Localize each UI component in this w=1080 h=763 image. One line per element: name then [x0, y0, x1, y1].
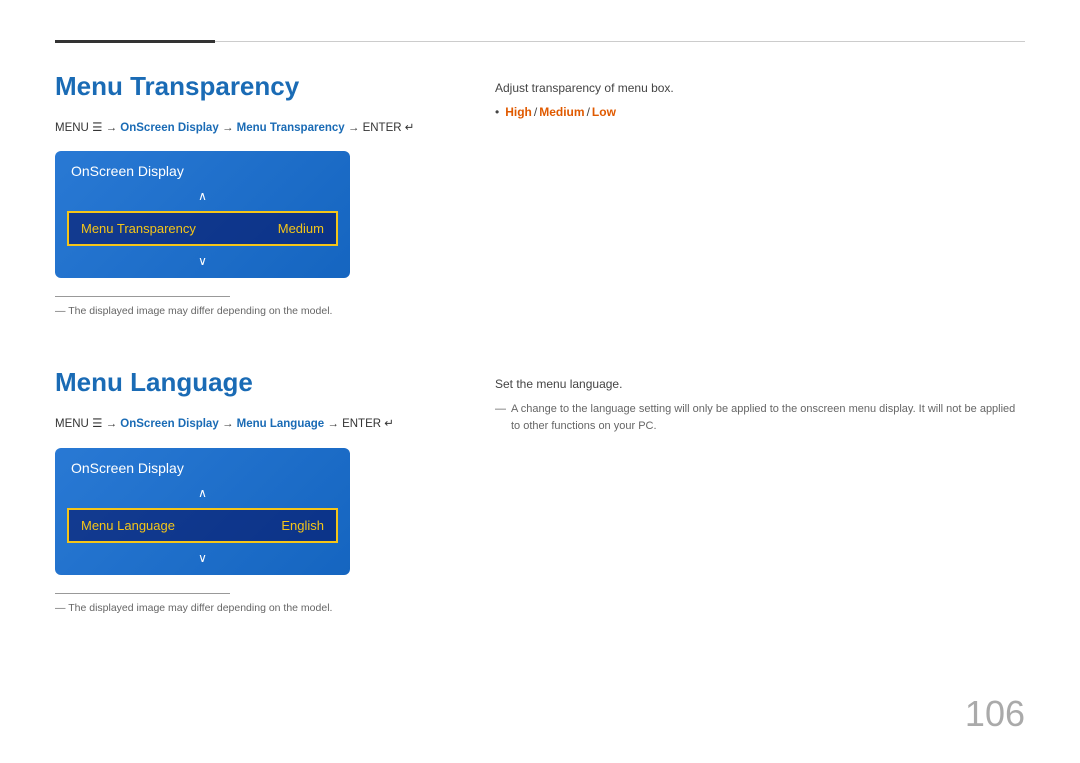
enter-icon-2: ↵ — [384, 418, 394, 430]
option-low: Low — [592, 105, 616, 119]
top-line-dark — [55, 40, 215, 43]
enter-icon-1: ↵ — [405, 122, 415, 134]
bullet-1: • — [495, 105, 499, 119]
osd-row-value-2: English — [281, 518, 324, 533]
section1-description: Adjust transparency of menu box. — [495, 81, 1025, 95]
section2-title: Menu Language — [55, 367, 455, 398]
section1-note: ― The displayed image may differ dependi… — [55, 305, 455, 317]
menu-path-part2: Menu Transparency — [237, 122, 345, 134]
menu-path-part2-2: Menu Language — [237, 418, 325, 430]
osd-chevron-up-2: ∧ — [55, 482, 350, 504]
section2-menu-path: MENU ☰ → OnScreen Display → Menu Languag… — [55, 416, 455, 433]
arrow2-2: → — [222, 418, 237, 430]
section2-description: Set the menu language. — [495, 377, 1025, 391]
page-number: 106 — [965, 693, 1025, 735]
section2-left: Menu Language MENU ☰ → OnScreen Display … — [55, 367, 455, 643]
option-medium: Medium — [539, 105, 584, 119]
osd-row-value-1: Medium — [278, 221, 324, 236]
osd-chevron-down-1: ∨ — [55, 250, 350, 278]
option-high: High — [505, 105, 532, 119]
menu-path-suffix-2: ENTER — [342, 418, 381, 430]
section1-right: Adjust transparency of menu box. • High … — [495, 71, 1025, 347]
menu-icon-2: ☰ — [92, 418, 106, 430]
section2-right: Set the menu language. A change to the l… — [495, 367, 1025, 643]
sep1: / — [534, 105, 537, 119]
arrow1-2: → — [106, 418, 121, 430]
section2-info-note: A change to the language setting will on… — [495, 401, 1025, 434]
section1-osd-box: OnScreen Display ∧ Menu Transparency Med… — [55, 151, 350, 278]
osd-row-2: Menu Language English — [67, 508, 338, 543]
osd-chevron-up-1: ∧ — [55, 185, 350, 207]
top-line-light — [215, 41, 1025, 42]
section1-menu-path: MENU ☰ → OnScreen Display → Menu Transpa… — [55, 120, 455, 137]
section2-row: Menu Language MENU ☰ → OnScreen Display … — [55, 367, 1025, 643]
arrow2: → — [222, 122, 237, 134]
sep2: / — [587, 105, 590, 119]
arrow3-2: → — [327, 418, 342, 430]
osd-row-1: Menu Transparency Medium — [67, 211, 338, 246]
menu-path-prefix-2: MENU — [55, 418, 89, 430]
osd-header-2: OnScreen Display — [55, 448, 350, 482]
section1-title: Menu Transparency — [55, 71, 455, 102]
arrow3: → — [348, 122, 363, 134]
osd-chevron-down-2: ∨ — [55, 547, 350, 575]
top-decorative-lines — [55, 40, 1025, 43]
menu-path-part1: OnScreen Display — [120, 122, 218, 134]
page-container: Menu Transparency MENU ☰ → OnScreen Disp… — [0, 0, 1080, 763]
section2-osd-box: OnScreen Display ∧ Menu Language English… — [55, 448, 350, 575]
section2-note: ― The displayed image may differ dependi… — [55, 602, 455, 614]
section1-left: Menu Transparency MENU ☰ → OnScreen Disp… — [55, 71, 455, 347]
osd-row-label-2: Menu Language — [81, 518, 175, 533]
menu-path-suffix: ENTER — [363, 122, 402, 134]
osd-header-1: OnScreen Display — [55, 151, 350, 185]
section1-divider — [55, 296, 230, 297]
section1-row: Menu Transparency MENU ☰ → OnScreen Disp… — [55, 71, 1025, 347]
menu-path-part1-2: OnScreen Display — [120, 418, 218, 430]
arrow1: → — [106, 122, 121, 134]
section1-options: • High / Medium / Low — [495, 105, 1025, 119]
menu-icon-1: ☰ — [92, 122, 106, 134]
osd-row-label-1: Menu Transparency — [81, 221, 196, 236]
menu-path-prefix: MENU — [55, 122, 89, 134]
section2-divider — [55, 593, 230, 594]
